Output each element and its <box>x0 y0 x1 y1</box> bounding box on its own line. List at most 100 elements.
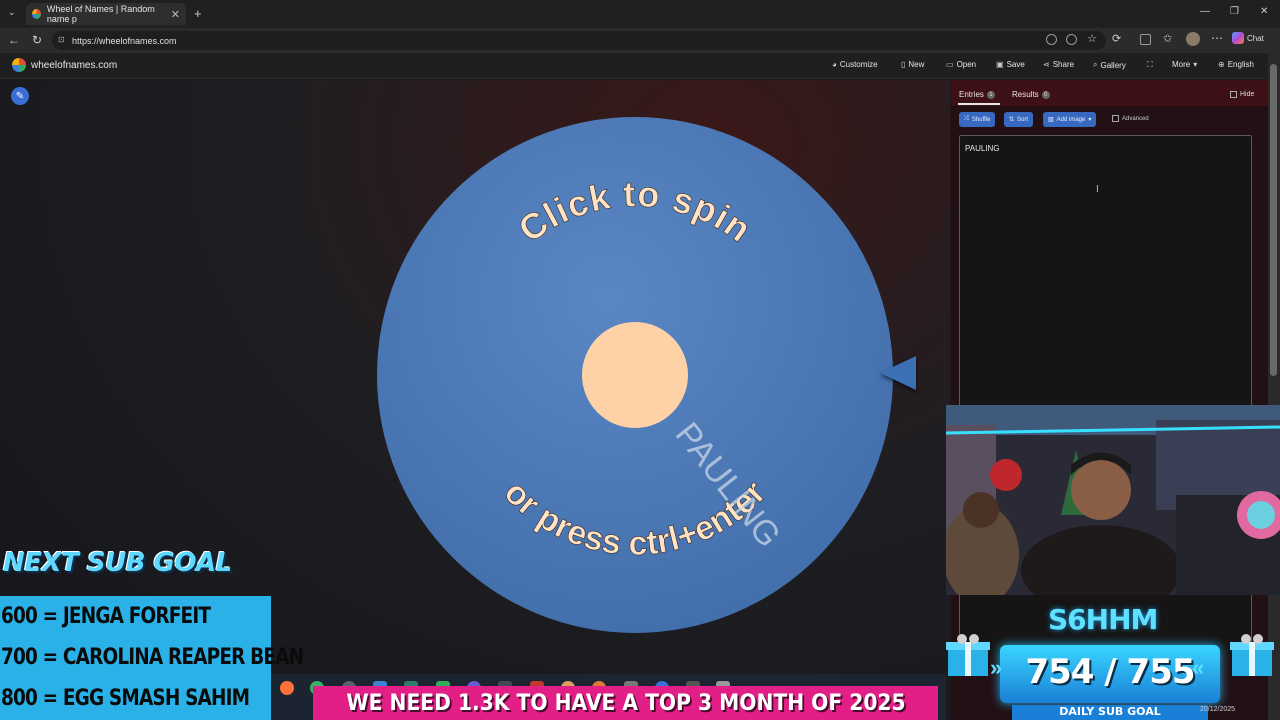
gallery-label: Gallery <box>1100 60 1126 70</box>
floppy-icon: ▣ <box>996 60 1004 69</box>
language-button[interactable]: ⊕ English <box>1218 60 1254 69</box>
entries-count-badge: 1 <box>986 90 995 99</box>
favicon-icon <box>32 9 41 19</box>
browser-tab-bar: ⌄ Wheel of Names | Random name p ✕ + — ❐… <box>0 0 1280 28</box>
tab-title: Wheel of Names | Random name p <box>46 4 155 24</box>
refresh-icon[interactable]: ↻ <box>32 33 42 47</box>
copilot-chat-button[interactable]: Chat <box>1232 32 1264 44</box>
more-label: More <box>1172 60 1191 69</box>
site-logo[interactable]: wheelofnames.com <box>12 58 117 72</box>
file-icon: ▯ <box>901 60 906 69</box>
advanced-checkbox[interactable] <box>1112 115 1119 122</box>
url-text: https://wheelofnames.com <box>72 35 177 46</box>
share-button[interactable]: ⋖ Share <box>1043 60 1074 69</box>
tab-close-icon[interactable]: ✕ <box>171 8 180 21</box>
shuffle-icon: ⤮ <box>964 116 969 122</box>
fullscreen-button[interactable]: ⛶ <box>1147 60 1153 70</box>
wheel-hub[interactable] <box>582 322 688 428</box>
chat-label: Chat <box>1247 33 1264 43</box>
minimize-icon[interactable]: — <box>1200 6 1210 17</box>
site-info-icon[interactable]: ⊡ <box>58 35 65 44</box>
extensions-icon[interactable]: ⟳ <box>1112 32 1121 45</box>
logo-text: wheelofnames.com <box>31 59 118 71</box>
image-icon: ▨ <box>1048 117 1054 123</box>
tab-results-label: Results <box>1012 90 1039 99</box>
sub-goal-item: 600 = JENGA FORFEIT <box>1 604 211 629</box>
browser-tab[interactable]: Wheel of Names | Random name p ✕ <box>26 3 186 25</box>
ticker-banner: WE NEED 1.3K TO HAVE A TOP 3 MONTH OF 20… <box>313 686 938 720</box>
chevron-left-icon: « <box>1192 655 1205 680</box>
reader-icon[interactable] <box>1066 34 1077 45</box>
add-image-button[interactable]: ▨ Add image ▾ <box>1043 112 1097 127</box>
new-label: New <box>908 60 925 69</box>
sort-label: Sort <box>1017 116 1029 123</box>
hide-checkbox[interactable] <box>1230 91 1237 98</box>
hide-label: Hide <box>1240 91 1255 98</box>
sub-goal-title: NEXT SUB GOAL <box>3 548 232 578</box>
add-image-label: Add image <box>1056 116 1086 123</box>
site-header: wheelofnames.com ◕ Customize ▯ New ▭ Open ▣… <box>0 53 1268 79</box>
scrollbar-thumb[interactable] <box>1270 64 1277 376</box>
tab-entries-label: Entries <box>959 90 984 99</box>
favorites-icon[interactable]: ✩ <box>1163 32 1172 45</box>
language-label: English <box>1227 60 1254 69</box>
gallery-button[interactable]: ⌕ Gallery <box>1093 60 1126 70</box>
customize-label: Customize <box>839 60 878 69</box>
address-bar: ← ↻ ⊡ https://wheelofnames.com ☆ ⟳ ✩ ⋯ C… <box>0 28 1280 53</box>
sort-button[interactable]: ⇅ Sort <box>1004 112 1034 127</box>
palette-icon: ◕ <box>832 60 837 69</box>
gift-icon <box>1230 634 1274 676</box>
daily-goal-count: 754 / 755 <box>1025 652 1195 692</box>
sort-icon: ⇅ <box>1009 117 1015 123</box>
edit-title-icon[interactable]: ✎ <box>11 87 29 105</box>
folder-icon: ▭ <box>946 60 954 69</box>
tab-entries[interactable]: Entries 1 <box>959 90 995 99</box>
tray-date: 20/12/2025 <box>1200 706 1236 713</box>
logo-icon <box>12 58 26 72</box>
shuffle-label: Shuffle <box>971 116 991 123</box>
url-field[interactable]: ⊡ https://wheelofnames.com <box>52 31 1106 50</box>
shuffle-button[interactable]: ⤮ Shuffle <box>959 112 996 127</box>
copilot-icon <box>1232 32 1244 44</box>
share-label: Share <box>1052 60 1075 69</box>
firefox-icon[interactable] <box>280 681 294 695</box>
sub-goal-item: 800 = EGG SMASH SAHIM <box>1 686 250 711</box>
back-icon[interactable]: ← <box>8 33 20 47</box>
daily-goal-name: S6HHM <box>1048 603 1158 636</box>
new-button[interactable]: ▯ New <box>901 60 924 69</box>
wheel-pointer-icon <box>880 356 916 390</box>
webcam-overlay <box>946 405 1280 595</box>
zoom-icon[interactable] <box>1046 34 1057 45</box>
text-cursor-icon: I <box>1096 184 1099 195</box>
search-icon: ⌕ <box>1093 60 1098 69</box>
tab-results[interactable]: Results 0 <box>1012 90 1050 99</box>
webcam-image <box>946 405 1280 595</box>
caret-down-icon: ▾ <box>1193 60 1198 69</box>
daily-goal-label: DAILY SUB GOAL <box>1012 705 1208 720</box>
advanced-toggle[interactable]: Advanced <box>1112 115 1149 122</box>
profile-avatar-icon[interactable] <box>1186 32 1200 46</box>
open-label: Open <box>956 60 977 69</box>
globe-icon: ⊕ <box>1218 60 1225 69</box>
save-button[interactable]: ▣ Save <box>996 60 1025 69</box>
puzzle-icon[interactable] <box>1140 34 1151 45</box>
results-count-badge: 0 <box>1041 90 1050 99</box>
more-button[interactable]: More ▾ <box>1172 60 1197 69</box>
active-tab-indicator <box>958 103 1000 105</box>
ticker-text: WE NEED 1.3K TO HAVE A TOP 3 MONTH OF 20… <box>345 690 906 716</box>
restore-icon[interactable]: ❐ <box>1230 6 1239 17</box>
hide-toggle[interactable]: Hide <box>1230 91 1254 98</box>
tab-list-icon[interactable]: ⌄ <box>8 7 16 18</box>
open-button[interactable]: ▭ Open <box>946 60 976 69</box>
window-close-icon[interactable]: ✕ <box>1260 6 1268 17</box>
new-tab-icon[interactable]: + <box>194 6 202 21</box>
spin-wheel[interactable]: Click to spin or press ctrl+enter PAULIN… <box>374 114 896 636</box>
gift-icon <box>946 634 990 676</box>
share-icon: ⋖ <box>1043 60 1050 69</box>
favorite-star-icon[interactable]: ☆ <box>1087 32 1097 45</box>
save-label: Save <box>1006 60 1025 69</box>
fullscreen-icon: ⛶ <box>1147 60 1153 69</box>
caret-down-icon: ▾ <box>1088 117 1092 123</box>
menu-dots-icon[interactable]: ⋯ <box>1211 31 1223 45</box>
customize-button[interactable]: ◕ Customize <box>832 60 878 69</box>
